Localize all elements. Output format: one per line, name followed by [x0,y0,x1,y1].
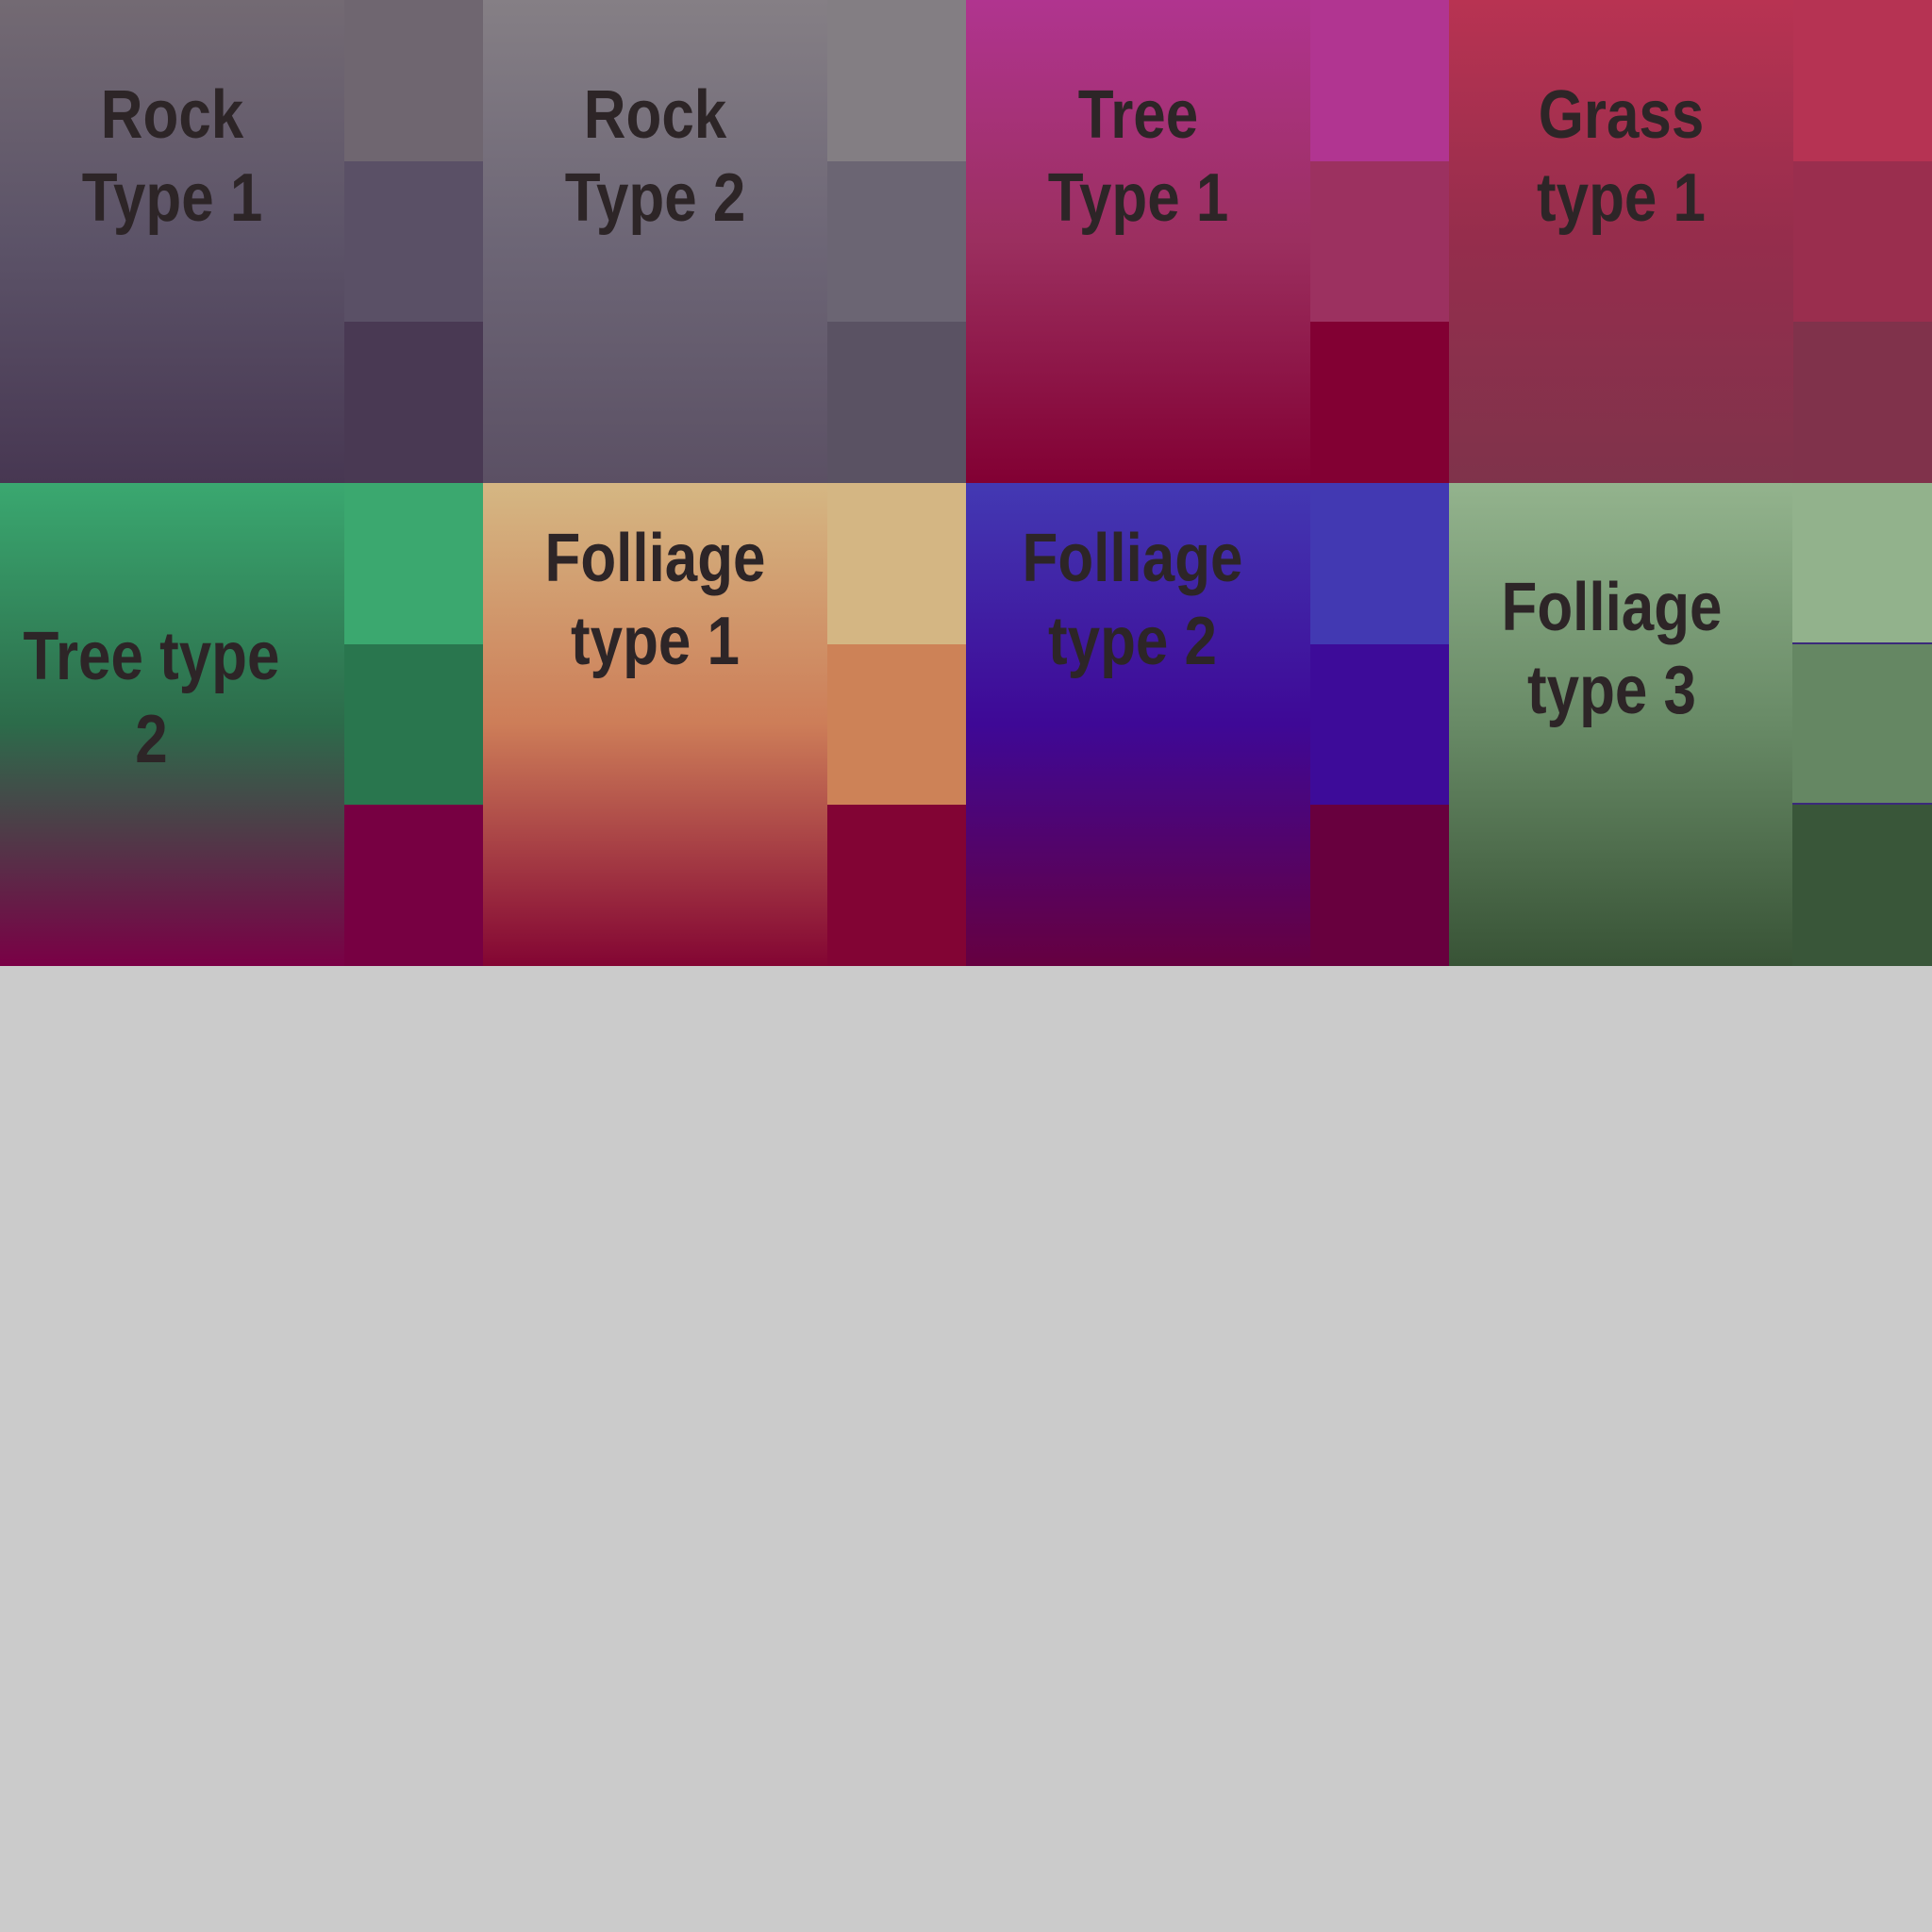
tile-label: Folliage type 2 [1022,521,1243,679]
swatch-mid [344,644,483,805]
swatch-dark [827,322,966,483]
swatch-column [1793,0,1932,483]
swatch-light [827,0,966,161]
swatch-light [1792,483,1932,644]
swatch-column [1310,0,1449,483]
tile-tree-type-2: Tree type 2 [0,483,483,966]
swatch-dark [344,322,483,483]
tile-label: Rock Type 1 [81,77,263,236]
tile-tree-type-1: Tree Type 1 [966,0,1449,483]
gradient-preview [1449,0,1793,483]
swatch-mid [827,161,966,322]
tile-folliage-type-2: Folliage type 2 [966,483,1449,966]
gradient-preview [483,0,827,483]
swatch-light [1793,0,1932,161]
swatch-light [1310,483,1449,644]
tile-folliage-type-1: Folliage type 1 [483,483,966,966]
swatch-column [344,0,483,483]
swatch-dark [1792,805,1932,966]
swatch-dark [344,805,483,966]
swatch-column [344,483,483,966]
swatch-column [1792,483,1932,966]
tile-rock-type-1: Rock Type 1 [0,0,483,483]
swatch-mid [1792,644,1932,805]
gradient-preview [0,0,344,483]
tile-label: Tree type 2 [23,619,280,777]
tile-label: Folliage type 3 [1501,570,1723,728]
swatch-column [827,483,966,966]
swatch-mid [827,644,966,805]
swatch-dark [1310,322,1449,483]
swatch-dark [1793,322,1932,483]
texture-sheet: Rock Type 1 Rock Type 2 Tree Type 1 Gras… [0,0,1932,1932]
swatch-light [344,483,483,644]
swatch-column [1310,483,1449,966]
texture-grid: Rock Type 1 Rock Type 2 Tree Type 1 Gras… [0,0,1932,966]
swatch-light [344,0,483,161]
tile-label: Tree Type 1 [1047,77,1229,236]
swatch-mid [1310,644,1449,805]
swatch-mid [344,161,483,322]
swatch-light [827,483,966,644]
swatch-dark [827,805,966,966]
tile-label: Rock Type 2 [564,77,746,236]
tile-folliage-type-3: Folliage type 3 [1449,483,1932,966]
swatch-column [827,0,966,483]
tile-label: Grass type 1 [1537,77,1706,236]
swatch-mid [1793,161,1932,322]
swatch-light [1310,0,1449,161]
tile-label: Folliage type 1 [544,521,766,679]
swatch-dark [1310,805,1449,966]
tile-rock-type-2: Rock Type 2 [483,0,966,483]
swatch-mid [1310,161,1449,322]
tile-grass-type-1: Grass type 1 [1449,0,1932,483]
gradient-preview [966,0,1310,483]
